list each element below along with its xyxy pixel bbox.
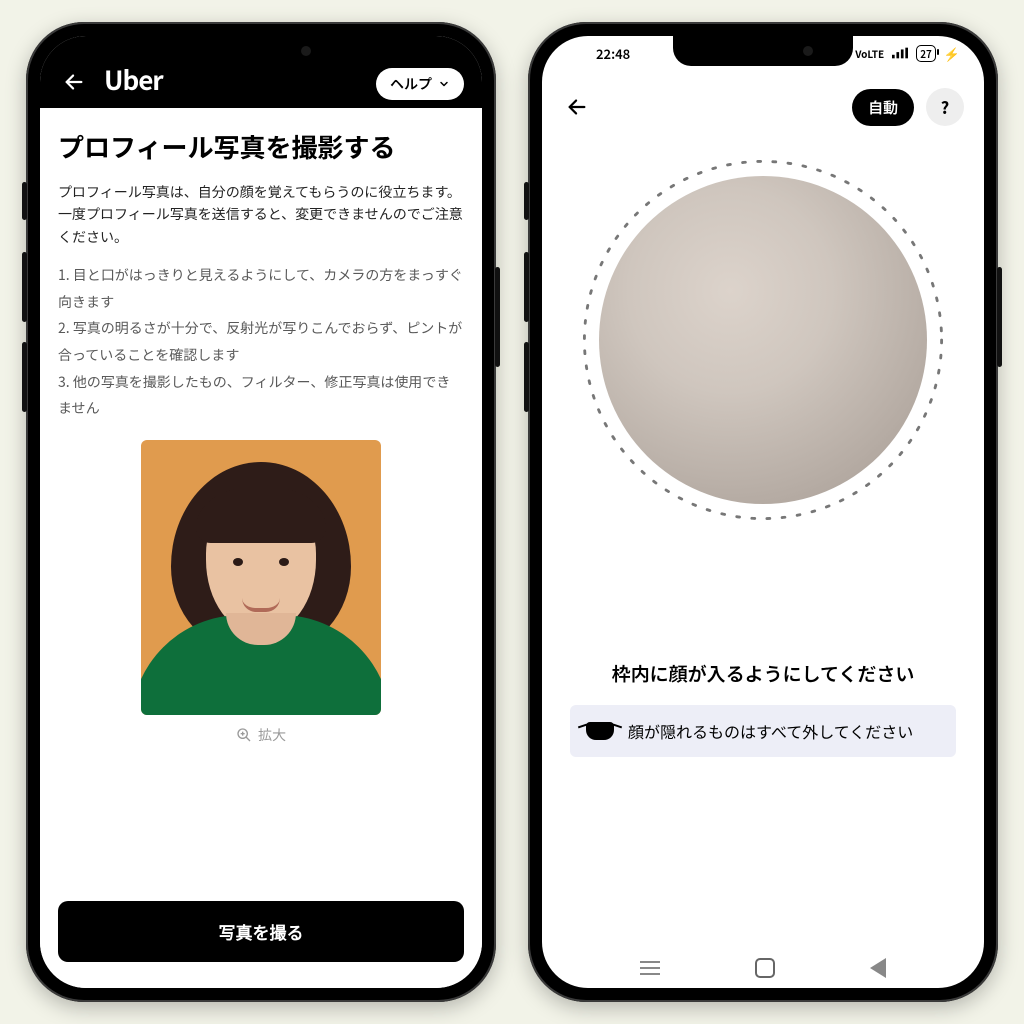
notch: [171, 36, 351, 66]
zoom-label: 拡大: [258, 725, 286, 745]
page-description: プロフィール写真は、自分の顔を覚えてもらうのに役立ちます。一度プロフィール写真を…: [58, 181, 464, 248]
instruction-title: 枠内に顔が入るようにしてください: [570, 660, 956, 687]
mask-icon: [586, 722, 614, 740]
app-logo: Uber: [104, 61, 163, 98]
footer: 写真を撮る: [40, 887, 482, 988]
back-button[interactable]: [58, 66, 90, 98]
back-nav-button[interactable]: [870, 958, 886, 978]
notch: [673, 36, 853, 66]
camera-preview: [542, 150, 984, 530]
camera-feed-placeholder: [599, 176, 927, 504]
android-nav-bar: [542, 958, 984, 978]
step-item: 3. 他の写真を撮影したもの、フィルター、修正写真は使用できません: [58, 369, 464, 422]
recents-button[interactable]: [640, 961, 660, 975]
charging-icon: ⚡: [944, 44, 960, 63]
sample-photo: [141, 440, 381, 715]
take-photo-button[interactable]: 写真を撮る: [58, 901, 464, 962]
question-mark-icon: ?: [941, 95, 949, 119]
tip-text: 顔が隠れるものはすべて外してください: [628, 719, 913, 743]
content-area: プロフィール写真を撮影する プロフィール写真は、自分の顔を覚えてもらうのに役立ち…: [40, 108, 482, 898]
face-guide-ring: [573, 150, 953, 530]
signal-icon: [892, 47, 908, 59]
auto-capture-button[interactable]: 自動: [852, 89, 914, 126]
zoom-button[interactable]: 拡大: [236, 725, 286, 745]
step-item: 2. 写真の明るさが十分で、反射光が写りこんでおらず、ピントが合っていることを確…: [58, 315, 464, 368]
chevron-down-icon: [438, 78, 450, 90]
help-button[interactable]: ヘルプ: [376, 68, 464, 100]
help-button[interactable]: ?: [926, 88, 964, 126]
status-time: 22:48: [596, 44, 630, 63]
zoom-in-icon: [236, 727, 252, 743]
arrow-left-icon: [566, 96, 588, 118]
arrow-left-icon: [63, 71, 85, 93]
volte-icon: VoLTE: [855, 46, 884, 61]
screen-left: Uber ヘルプ プロフィール写真を撮影する プロフィール写真は、自分の顔を覚え…: [40, 36, 482, 988]
back-button[interactable]: [562, 92, 592, 122]
sample-photo-block: 拡大: [58, 440, 464, 745]
phone-frame-right: 22:48 VoLTE 27 ⚡ 自動 ?: [528, 22, 998, 1002]
home-button[interactable]: [755, 958, 775, 978]
phone-frame-left: Uber ヘルプ プロフィール写真を撮影する プロフィール写真は、自分の顔を覚え…: [26, 22, 496, 1002]
instruction-block: 枠内に顔が入るようにしてください 顔が隠れるものはすべて外してください: [542, 660, 984, 757]
battery-icon: 27: [916, 45, 936, 62]
steps-list: 1. 目と口がはっきりと見えるようにして、カメラの方をまっすぐ向きます 2. 写…: [58, 262, 464, 422]
tip-banner: 顔が隠れるものはすべて外してください: [570, 705, 956, 757]
screen-right: 22:48 VoLTE 27 ⚡ 自動 ?: [542, 36, 984, 988]
help-label: ヘルプ: [390, 74, 432, 94]
camera-appbar: 自動 ?: [542, 70, 984, 130]
step-item: 1. 目と口がはっきりと見えるようにして、カメラの方をまっすぐ向きます: [58, 262, 464, 315]
page-title: プロフィール写真を撮影する: [58, 128, 464, 165]
